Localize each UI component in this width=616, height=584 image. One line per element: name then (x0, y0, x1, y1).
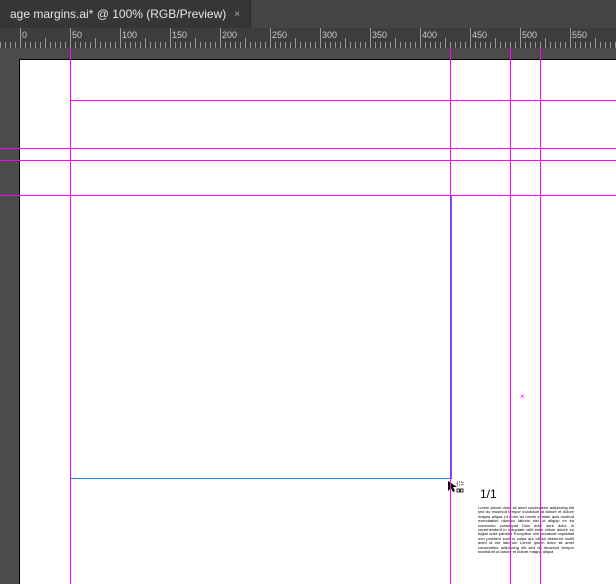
document-tab-label: age margins.ai* @ 100% (RGB/Preview) (10, 7, 226, 21)
vertical-guide[interactable] (70, 48, 71, 584)
document-tab-bar: age margins.ai* @ 100% (RGB/Preview) × (0, 0, 616, 29)
vertical-guide[interactable] (540, 48, 541, 584)
ruler-label: 400 (422, 30, 437, 40)
horizontal-ruler[interactable]: 0 50 100 150 200 250 300 350 400 450 500 550 (0, 28, 616, 49)
ruler-label: 500 (522, 30, 537, 40)
horizontal-guide[interactable] (0, 195, 616, 196)
text-frame[interactable] (70, 195, 452, 479)
ruler-label: 50 (72, 30, 82, 40)
ruler-label: 150 (172, 30, 187, 40)
ruler-label: 450 (472, 30, 487, 40)
ruler-label: 200 (222, 30, 237, 40)
horizontal-guide[interactable] (0, 160, 616, 161)
thread-page-indicator: 1/1 (480, 487, 497, 501)
vertical-guide[interactable] (510, 48, 511, 584)
ruler-label: 250 (272, 30, 287, 40)
ruler-label: 550 (572, 30, 587, 40)
ruler-label: 350 (372, 30, 387, 40)
ruler-label: 300 (322, 30, 337, 40)
horizontal-guide[interactable] (0, 148, 616, 149)
anchor-marker: × (520, 395, 524, 399)
close-icon[interactable]: × (234, 9, 240, 20)
vertical-guide[interactable] (450, 48, 451, 584)
artboard[interactable]: × 1/1 Lorem ipsum dolor sit amet consect… (20, 60, 616, 584)
document-tab[interactable]: age margins.ai* @ 100% (RGB/Preview) × (0, 0, 251, 28)
canvas-workspace[interactable]: × 1/1 Lorem ipsum dolor sit amet consect… (0, 48, 616, 584)
threaded-overflow-text[interactable]: Lorem ipsum dolor sit amet consectetur a… (478, 506, 574, 566)
ruler-label: 100 (122, 30, 137, 40)
ruler-label: 0 (22, 30, 27, 40)
